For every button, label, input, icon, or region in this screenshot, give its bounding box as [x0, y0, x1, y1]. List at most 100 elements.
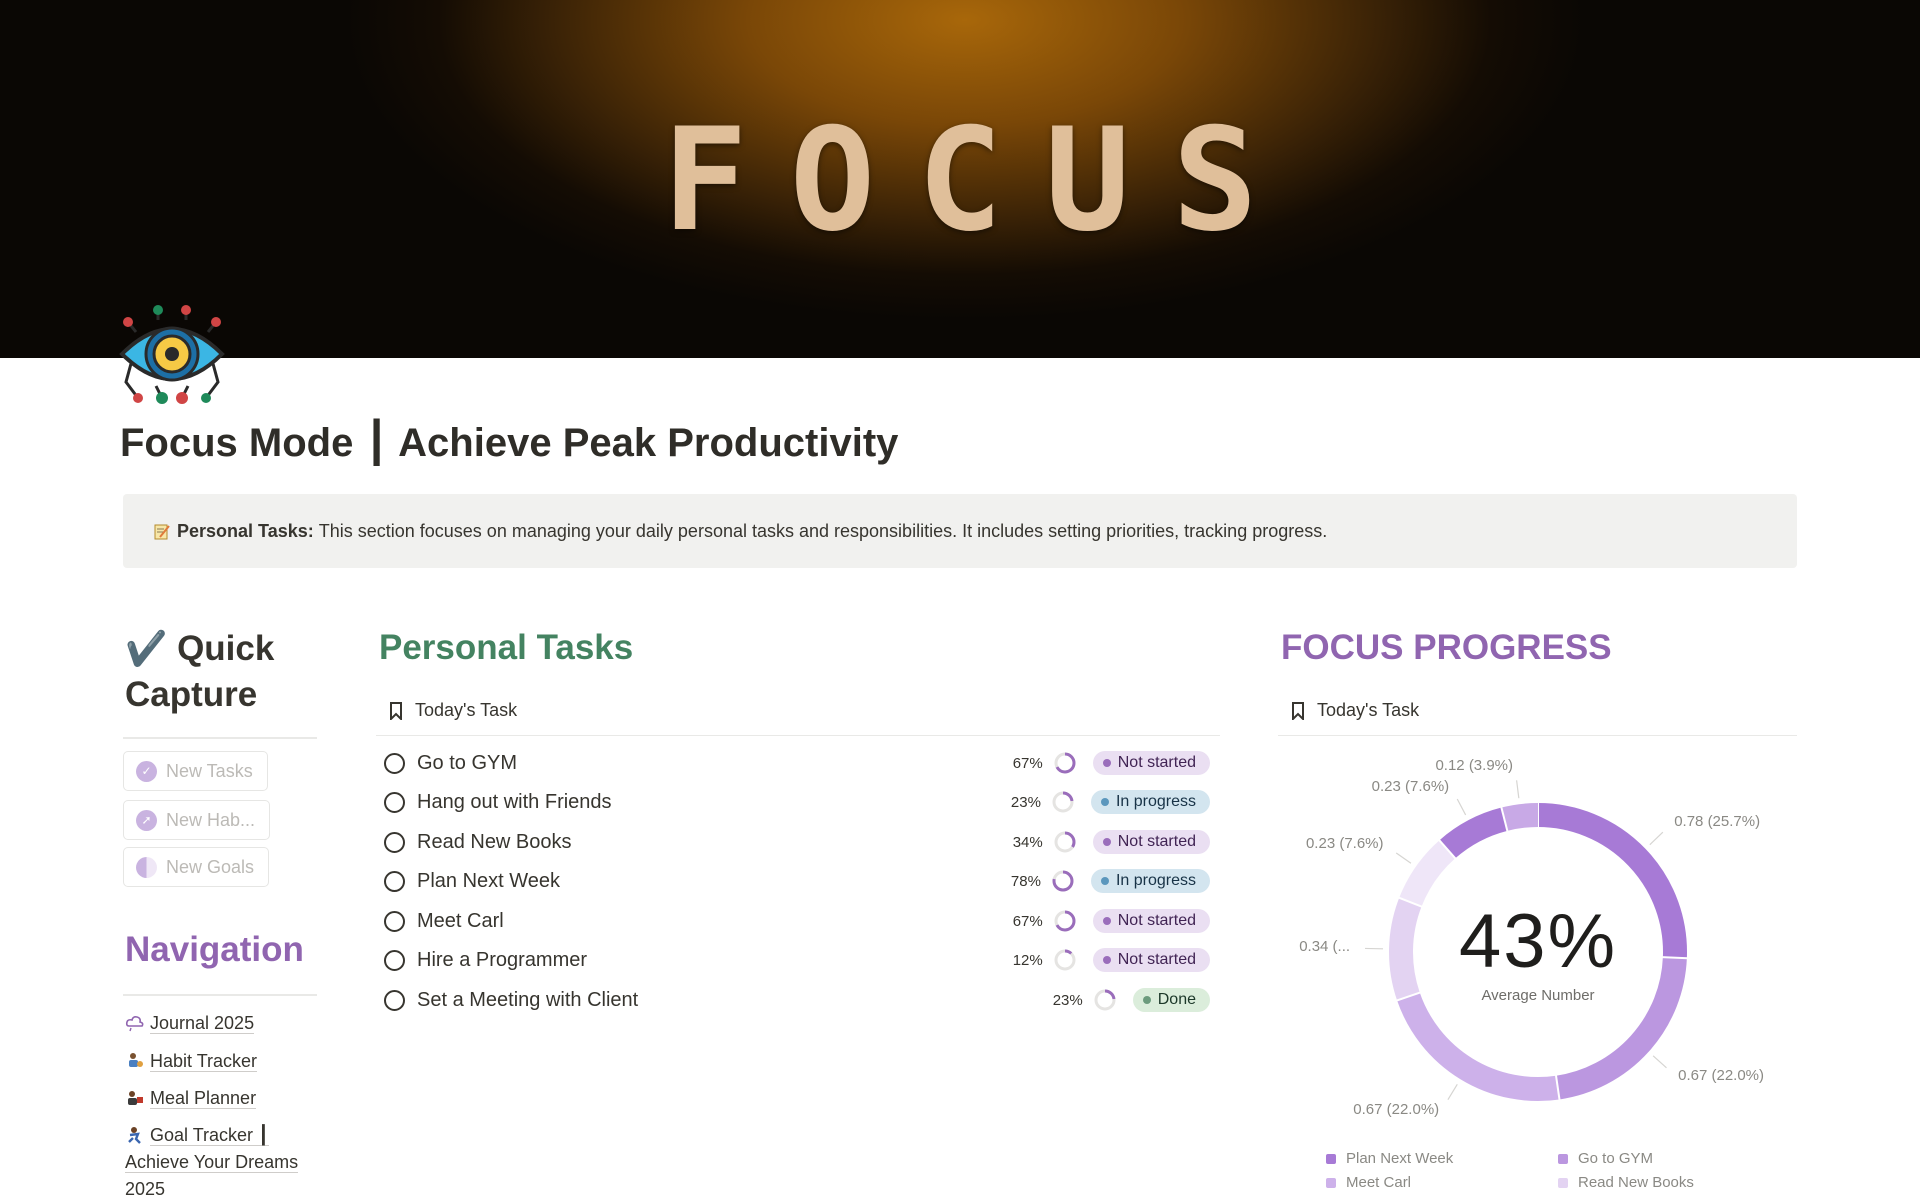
donut-slice[interactable] [1397, 992, 1560, 1101]
status-label: Not started [1117, 754, 1196, 771]
status-badge[interactable]: In progress [1090, 790, 1210, 814]
progress-ring-icon [1054, 949, 1076, 971]
new-tasks-button[interactable]: ✓ New Tasks [123, 751, 268, 791]
bookmark-icon [390, 701, 402, 720]
task-progress-text: 34% [1012, 833, 1043, 851]
compass-icon: ➚ [136, 809, 157, 831]
checkmark-badge-icon: ✓ [136, 760, 157, 782]
personal-tasks-callout: Personal Tasks: This section focuses on … [123, 494, 1797, 568]
donut-slice[interactable] [1439, 807, 1508, 859]
memo-icon [154, 524, 170, 540]
task-checkbox[interactable] [384, 791, 405, 813]
nav-link-meal-planner[interactable]: Meal Planner [125, 1085, 320, 1112]
check-icon: ✔️ [125, 630, 168, 668]
callout-label: Personal Tasks: [177, 520, 314, 541]
nav-link-label: Goal Tracker ┃ Achieve Your Dreams 2025 [125, 1125, 299, 1199]
legend-label: Go to GYM [1578, 1150, 1654, 1167]
status-badge[interactable]: In progress [1090, 869, 1210, 893]
task-name: Hire a Programmer [417, 948, 588, 971]
average-label: Average Number [1481, 987, 1595, 1004]
legend-label: Meet Carl [1346, 1174, 1412, 1191]
nav-link-label: Meal Planner [150, 1088, 257, 1109]
legend-item: Go to GYM [1558, 1150, 1653, 1167]
bookmark-icon [1292, 701, 1304, 720]
average-percentage: 43% [1458, 899, 1618, 984]
task-checkbox[interactable] [384, 870, 405, 892]
status-dot [1100, 877, 1109, 885]
task-row[interactable]: Read New Books 34% Not started [384, 827, 1210, 857]
focus-progress-title: FOCUS PROGRESS [1281, 628, 1612, 667]
cloud-icon [125, 1016, 144, 1032]
eye-icon [119, 305, 225, 404]
nav-link-label: Journal 2025 [150, 1013, 255, 1034]
task-row[interactable]: Hire a Programmer 12% Not started [384, 945, 1210, 975]
cover-word: FOCUS [662, 98, 1300, 263]
task-name: Hang out with Friends [417, 790, 612, 813]
status-label: In progress [1115, 793, 1196, 810]
view-tab-label: Today's Task [1317, 700, 1420, 720]
task-name: Go to GYM [417, 751, 518, 774]
progress-ring-icon [1094, 989, 1116, 1011]
status-dot [1102, 838, 1111, 846]
task-checkbox[interactable] [384, 949, 405, 971]
task-checkbox[interactable] [384, 910, 405, 932]
task-progress-text: 23% [1010, 793, 1041, 811]
legend-swatch [1558, 1153, 1568, 1164]
nav-link-journal[interactable]: Journal 2025 [125, 1010, 320, 1037]
status-label: In progress [1115, 872, 1196, 889]
task-row[interactable]: Hang out with Friends 23% In progress [384, 787, 1210, 817]
status-dot [1102, 956, 1111, 964]
donut-slice[interactable] [1399, 840, 1456, 907]
donut-slice[interactable] [1389, 897, 1422, 1001]
task-row[interactable]: Plan Next Week 78% In progress [384, 866, 1210, 896]
task-progress-text: 67% [1012, 754, 1043, 772]
view-tab-todays-task[interactable]: Today's Task [389, 700, 517, 721]
progress-ring-icon [1052, 791, 1074, 813]
slice-data-label: 0.34 (... [1299, 938, 1351, 956]
donut-slice[interactable] [1501, 803, 1539, 831]
new-goals-button[interactable]: New Goals [123, 847, 270, 887]
divider [376, 735, 1220, 736]
progress-ring-icon [1054, 910, 1076, 932]
task-name: Plan Next Week [417, 869, 561, 892]
status-dot [1102, 759, 1111, 767]
task-name: Read New Books [417, 830, 572, 853]
label-leader-line [1649, 831, 1664, 846]
task-checkbox[interactable] [384, 752, 405, 774]
chef-icon [128, 1091, 143, 1105]
view-tab-todays-task[interactable]: Today's Task [1291, 700, 1419, 721]
task-row[interactable]: Set a Meeting with Client 23% Done [384, 985, 1210, 1015]
task-row[interactable]: Meet Carl 67% Not started [384, 906, 1210, 936]
legend-item: Meet Carl [1326, 1174, 1411, 1191]
new-habit-label: New Hab... [166, 809, 256, 830]
quick-capture-heading: ✔️ Quick Capture [125, 626, 325, 717]
status-badge[interactable]: Not started [1092, 830, 1210, 854]
task-row[interactable]: Go to GYM 67% Not started [384, 748, 1210, 778]
legend-label: Plan Next Week [1346, 1150, 1454, 1167]
nav-link-habit-tracker[interactable]: Habit Tracker [125, 1048, 320, 1075]
personal-tasks-title: Personal Tasks [379, 628, 634, 667]
new-habit-button[interactable]: ➚ New Hab... [123, 800, 271, 840]
slice-data-label: 0.23 (7.6%) [1371, 777, 1450, 795]
divider [123, 737, 317, 739]
new-goals-label: New Goals [166, 856, 255, 877]
task-checkbox[interactable] [384, 989, 405, 1011]
nav-link-goal-tracker[interactable]: Goal Tracker ┃ Achieve Your Dreams 2025 [125, 1122, 320, 1199]
nav-link-label: Habit Tracker [150, 1051, 258, 1072]
slice-data-label: 0.67 (22.0%) [1678, 1066, 1765, 1084]
callout-text: This section focuses on managing your da… [318, 520, 1328, 541]
divider [1278, 735, 1797, 736]
task-progress-text: 78% [1010, 872, 1041, 890]
legend-swatch [1326, 1177, 1336, 1188]
task-progress-text: 12% [1012, 951, 1043, 969]
status-badge[interactable]: Not started [1092, 909, 1210, 933]
new-tasks-label: New Tasks [166, 760, 253, 781]
task-checkbox[interactable] [384, 831, 405, 853]
status-badge[interactable]: Done [1132, 988, 1210, 1012]
slice-data-label: 0.67 (22.0%) [1353, 1100, 1440, 1118]
status-dot [1102, 917, 1111, 925]
status-badge[interactable]: Not started [1092, 751, 1210, 775]
status-badge[interactable]: Not started [1092, 948, 1210, 972]
task-progress-text: 23% [1052, 991, 1083, 1009]
navigation-title: Navigation [125, 930, 304, 969]
